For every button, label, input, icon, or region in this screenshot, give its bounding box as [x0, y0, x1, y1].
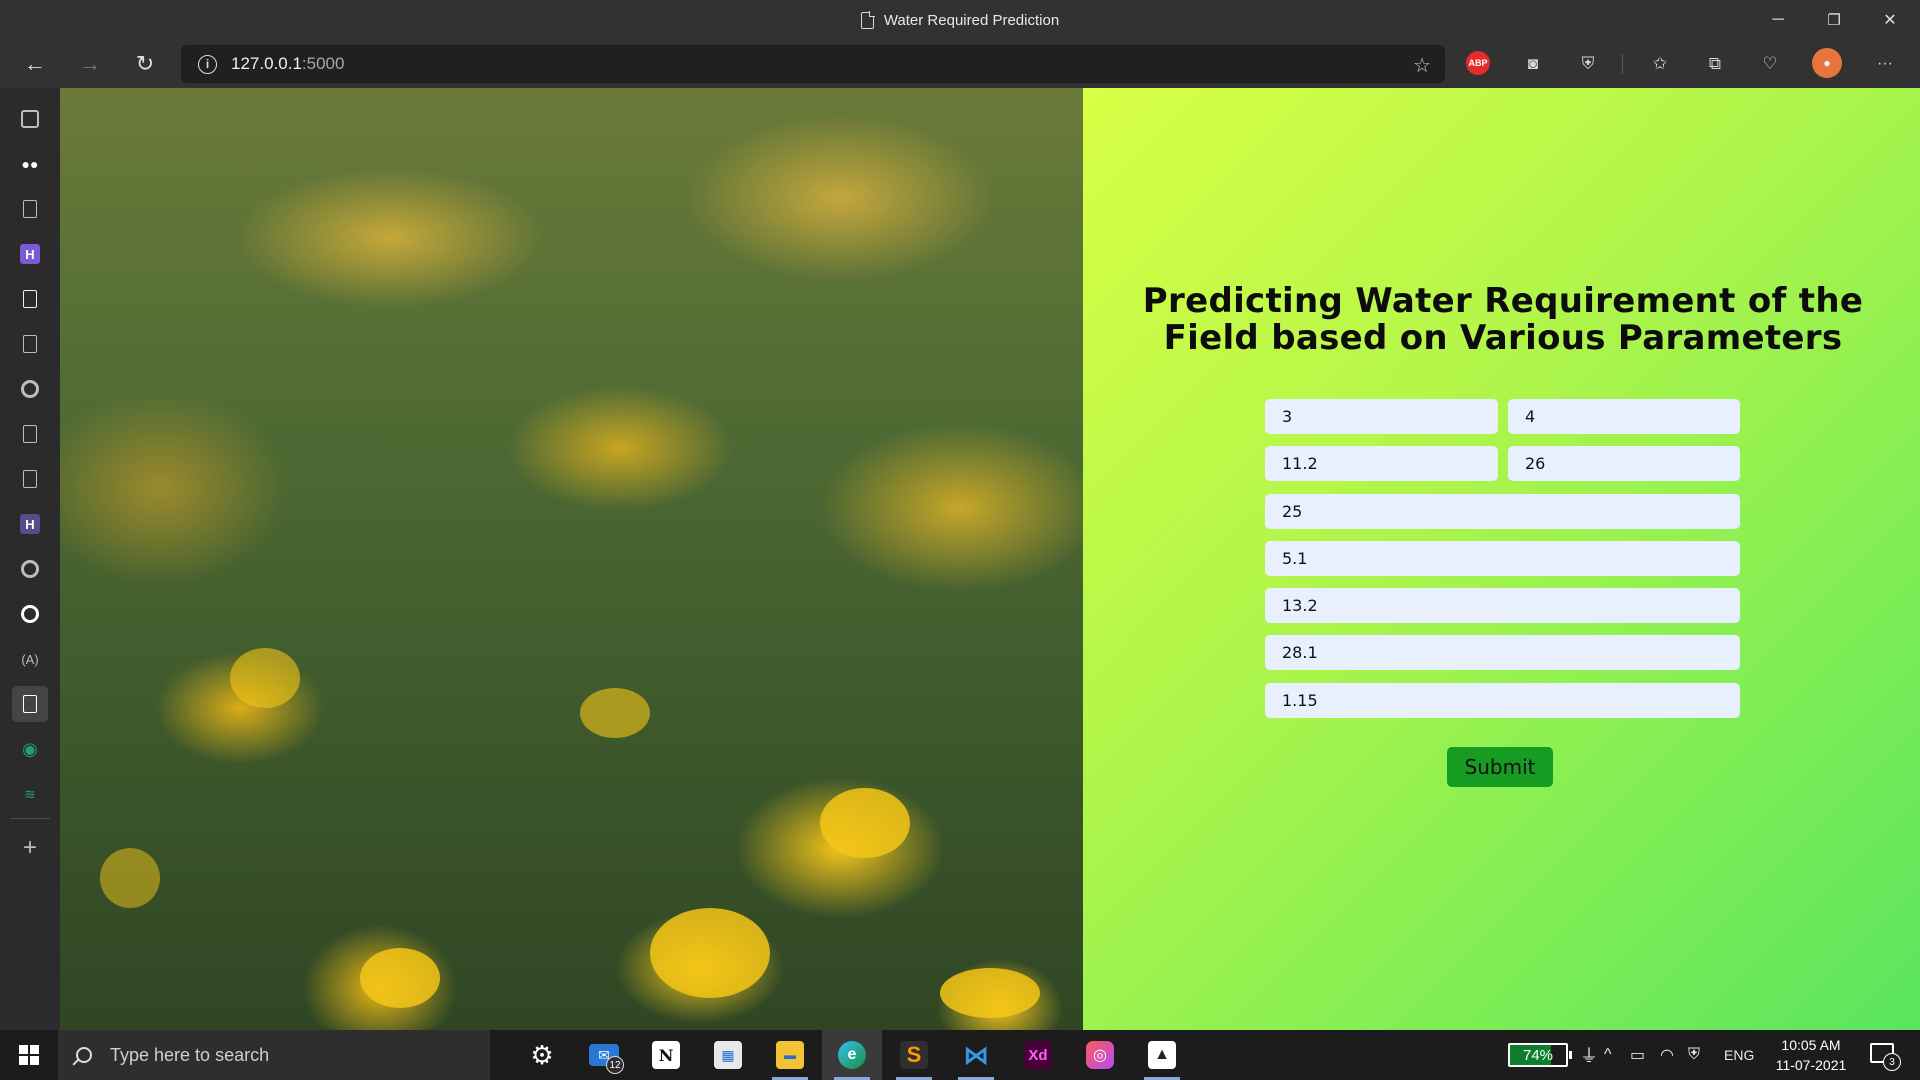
param-input-6[interactable]: 5.1	[1265, 541, 1740, 576]
tab-document-1[interactable]	[12, 281, 48, 317]
notion-app-icon[interactable]: N	[636, 1030, 696, 1080]
flower-cluster	[580, 688, 650, 738]
vscode-icon[interactable]: ⋈	[946, 1030, 1006, 1080]
tab-green-site[interactable]: ◉	[12, 731, 48, 767]
flower-cluster	[820, 788, 910, 858]
add-favorite-icon[interactable]: ☆	[1413, 53, 1431, 78]
url-port: :5000	[301, 54, 345, 73]
param-input-4[interactable]: 26	[1508, 446, 1740, 481]
url-host: 127.0.0.1	[231, 54, 302, 73]
mail-app-icon[interactable]: ✉ 12	[574, 1030, 634, 1080]
tab-document-3[interactable]	[12, 416, 48, 452]
flower-field-image	[60, 88, 1083, 1030]
taskbar-search-box[interactable]: Type here to search	[58, 1030, 490, 1080]
tab-github-1[interactable]	[12, 371, 48, 407]
show-hidden-icons[interactable]: ^	[1604, 1030, 1612, 1080]
tab-water-required-prediction[interactable]	[12, 686, 48, 722]
new-tab-button[interactable]: +	[12, 830, 48, 866]
flower-cluster	[650, 908, 770, 998]
site-info-icon[interactable]: i	[198, 54, 217, 74]
adblock-plus-icon[interactable]: ABP	[1466, 51, 1490, 75]
file-explorer-icon[interactable]: ▬	[760, 1030, 820, 1080]
vertical-tabs-sidebar: ●● H H (A) ◉ ≋ +	[0, 88, 60, 1030]
start-button[interactable]	[0, 1030, 58, 1080]
windows-taskbar: Type here to search ⚙ ✉ 12 N ▦ ▬ e S ⋈ X…	[0, 1030, 1920, 1080]
tab-actions-icon[interactable]	[12, 101, 48, 137]
photos-app-icon[interactable]: ▲	[1132, 1030, 1192, 1080]
security-shield-icon[interactable]: ⛨	[1688, 1030, 1700, 1080]
tab-hackerrank-2[interactable]: H	[12, 506, 48, 542]
clock-time: 10:05 AM	[1781, 1037, 1841, 1053]
windows-logo-icon	[19, 1045, 39, 1065]
document-icon	[860, 10, 875, 29]
flower-cluster	[360, 948, 440, 1008]
clock-date: 11-07-2021	[1775, 1057, 1847, 1073]
taskbar-clock[interactable]: 10:05 AM 11-07-2021	[1764, 1035, 1858, 1075]
wifi-icon[interactable]: ◠	[1660, 1030, 1674, 1080]
param-input-9[interactable]: 1.15	[1265, 683, 1740, 718]
more-menu-button[interactable]: ···	[1872, 51, 1898, 77]
submit-button[interactable]: Submit	[1447, 747, 1553, 787]
close-button[interactable]: ✕	[1862, 0, 1918, 40]
flower-cluster	[940, 968, 1040, 1018]
notification-center-icon[interactable]: 3	[1870, 1043, 1901, 1071]
tab-document-4[interactable]	[12, 461, 48, 497]
display-icon[interactable]: ▭	[1630, 1030, 1645, 1080]
restore-button[interactable]: ❐	[1806, 0, 1862, 40]
battery-indicator[interactable]: 74%	[1508, 1043, 1572, 1067]
sublime-text-icon[interactable]: S	[884, 1030, 944, 1080]
tab-document-2[interactable]	[12, 326, 48, 362]
window-title-text: Water Required Prediction	[883, 11, 1060, 29]
browser-essentials-icon[interactable]: ♡	[1757, 51, 1783, 77]
prediction-form-panel: Predicting Water Requirement of the Fiel…	[1083, 88, 1920, 1030]
param-input-1[interactable]: 3	[1265, 399, 1498, 434]
refresh-button[interactable]: ↻	[127, 46, 163, 82]
url-text[interactable]: 127.0.0.1:5000	[231, 54, 344, 74]
profile-avatar[interactable]: ●	[1812, 48, 1842, 78]
param-input-2[interactable]: 4	[1508, 399, 1740, 434]
toolbar-separator	[1622, 54, 1623, 74]
collections-icon[interactable]: ⧉	[1702, 51, 1728, 77]
forward-button[interactable]: →	[72, 46, 108, 82]
tab-github-2[interactable]	[12, 551, 48, 587]
param-input-3[interactable]: 11.2	[1265, 446, 1498, 481]
input-language[interactable]: ENG	[1724, 1030, 1754, 1080]
extension-shield-icon[interactable]: ⛨	[1575, 51, 1601, 77]
window-title-bar: Water Required Prediction ─ ❐ ✕	[0, 0, 1920, 40]
search-placeholder: Type here to search	[110, 1044, 270, 1065]
browser-toolbar: ← → ↻ i 127.0.0.1:5000 ☆ ABP ◙ ⛨ ✩ ⧉ ♡ ●…	[0, 40, 1920, 88]
settings-app-icon[interactable]: ⚙	[512, 1030, 572, 1080]
edge-browser-icon[interactable]: e	[822, 1030, 882, 1080]
store-app-icon[interactable]: ▦	[698, 1030, 758, 1080]
battery-level: 74%	[1522, 1046, 1554, 1064]
address-bar[interactable]: i 127.0.0.1:5000 ☆	[181, 45, 1445, 83]
tab-github-3[interactable]	[12, 596, 48, 632]
creative-cloud-icon[interactable]: ◎	[1070, 1030, 1130, 1080]
search-icon	[76, 1047, 92, 1063]
tab-medium[interactable]: ●●	[12, 146, 48, 182]
favorites-icon[interactable]: ✩	[1647, 51, 1673, 77]
web-page: Predicting Water Requirement of the Fiel…	[60, 88, 1920, 1030]
extension-icon[interactable]: ◙	[1520, 51, 1546, 77]
tab-api[interactable]: (A)	[12, 641, 48, 677]
power-plug-icon[interactable]: ⏚	[1580, 1030, 1598, 1080]
param-input-5[interactable]: 25	[1265, 494, 1740, 529]
tab-green-icon[interactable]: ≋	[12, 776, 48, 812]
tab-document-settings[interactable]	[12, 191, 48, 227]
sidebar-divider	[10, 818, 50, 819]
param-input-7[interactable]: 13.2	[1265, 588, 1740, 623]
flower-cluster	[230, 648, 300, 708]
mail-badge: 12	[606, 1056, 624, 1074]
flower-cluster	[100, 848, 160, 908]
back-button[interactable]: ←	[17, 46, 53, 82]
window-title: Water Required Prediction	[0, 0, 1920, 40]
param-input-8[interactable]: 28.1	[1265, 635, 1740, 670]
tab-hackerrank[interactable]: H	[12, 236, 48, 272]
notification-count: 3	[1883, 1053, 1901, 1071]
minimize-button[interactable]: ─	[1750, 0, 1806, 40]
adobe-xd-icon[interactable]: Xd	[1008, 1030, 1068, 1080]
page-title: Predicting Water Requirement of the Fiel…	[1142, 281, 1864, 358]
